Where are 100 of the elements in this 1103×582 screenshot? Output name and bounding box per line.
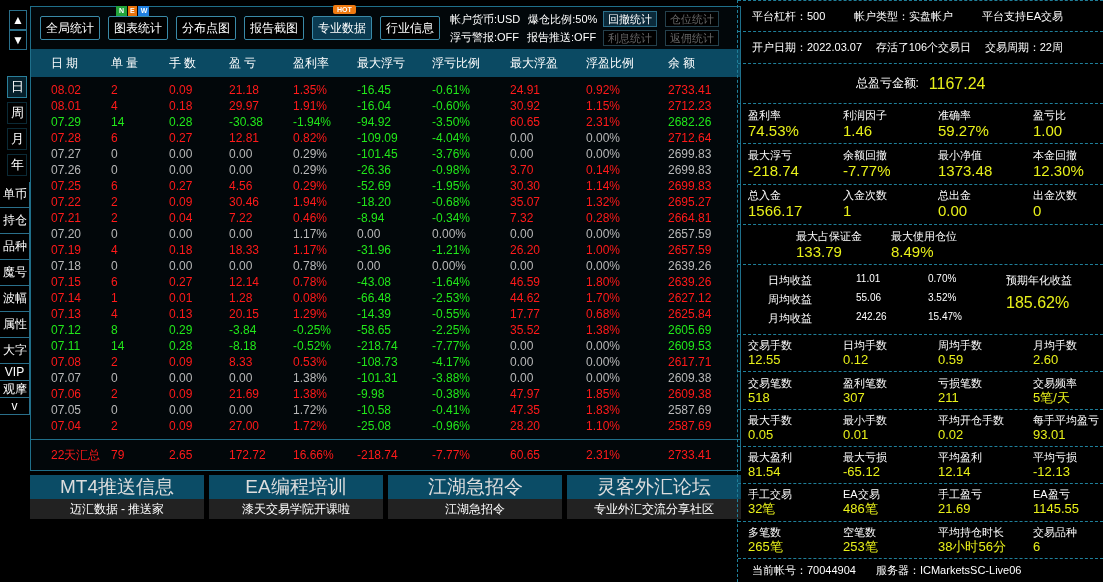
table-cell-text: -16.04: [357, 99, 393, 113]
scroll-down-button[interactable]: ▼: [9, 30, 27, 50]
stat-value: 486笔: [843, 501, 879, 518]
summary-cell-text: 79: [111, 448, 126, 462]
banner-link[interactable]: 灵客外汇论坛: [567, 475, 741, 499]
average-percent: 15.47%: [928, 311, 963, 325]
table-cell-text: 17.77: [510, 307, 542, 321]
side-tab[interactable]: 单币: [0, 182, 30, 208]
table-cell-text: -1.94%: [293, 115, 333, 129]
table-cell-text: -43.08: [357, 275, 393, 289]
table-cell-text: 0.00: [510, 339, 535, 353]
table-cell-text: -0.98%: [432, 163, 472, 177]
table-cell-text: 0.92%: [586, 83, 622, 97]
table-cell-text: 07.04: [51, 419, 83, 433]
side-tab[interactable]: VIP: [0, 364, 30, 381]
table-cell-text: 0.53%: [293, 355, 329, 369]
table-cell-text: 7.32: [510, 211, 535, 225]
table-cell-text: 2: [111, 195, 119, 209]
period-tab[interactable]: 周: [7, 102, 27, 124]
column-header: 浮亏比例: [432, 54, 481, 72]
table-cell-text: 0.27: [169, 179, 194, 193]
banner-link[interactable]: 江湖急招令: [388, 475, 562, 499]
stat-label: 盈亏比: [1033, 107, 1067, 122]
table-cell-text: -16.45: [357, 83, 393, 97]
table-cell-text: -0.55%: [432, 307, 472, 321]
scroll-up-button[interactable]: ▲: [9, 10, 27, 30]
table-cell-text: 0.00: [229, 147, 254, 161]
stat-value: 8.49%: [891, 242, 935, 261]
stat-value: 12.30%: [1033, 162, 1085, 181]
stat-value: -7.77%: [843, 162, 892, 181]
table-cell-text: 1.28: [229, 291, 254, 305]
table-cell-text: -9.98: [357, 387, 386, 401]
stat-label: 平均持仓时长: [938, 524, 1005, 539]
table-cell-text: 0.68%: [586, 307, 622, 321]
table-cell-text: 35.52: [510, 323, 542, 337]
stat-value: 133.79: [796, 242, 843, 261]
account-info: 存活了106个交易日: [875, 40, 972, 56]
toolbar-button[interactable]: 专业数据: [312, 16, 372, 40]
table-cell-text: 0.08%: [293, 291, 329, 305]
side-tab[interactable]: 观摩: [0, 381, 30, 398]
banner-link[interactable]: MT4推送信息: [30, 475, 204, 499]
table-cell-text: 21.18: [229, 83, 261, 97]
table-cell-text: 1.32%: [586, 195, 622, 209]
table-cell-text: 1.10%: [586, 419, 622, 433]
table-cell-text: 0.00: [229, 163, 254, 177]
table-cell-text: -52.69: [357, 179, 393, 193]
side-tab[interactable]: 属性: [0, 312, 30, 338]
table-cell-text: 07.28: [51, 131, 83, 145]
table-cell-text: 26.20: [510, 243, 542, 257]
table-cell-text: 2627.12: [668, 291, 713, 305]
side-tab[interactable]: 魔号: [0, 260, 30, 286]
stat-value: 38小时56分: [938, 538, 1007, 555]
table-cell-text: 0.78%: [293, 259, 329, 273]
period-tab[interactable]: 月: [7, 128, 27, 150]
table-cell-text: -66.48: [357, 291, 393, 305]
stat-label: 最大盈利: [748, 450, 793, 465]
table-cell-text: 0.82%: [293, 131, 329, 145]
table-cell-text: 2657.59: [668, 227, 713, 241]
side-tab[interactable]: 品种: [0, 234, 30, 260]
stats-button[interactable]: 回撤统计: [603, 10, 658, 27]
table-cell-text: 0.78%: [293, 275, 329, 289]
table-cell-text: 2695.27: [668, 195, 713, 209]
stat-value: 6: [1033, 538, 1042, 555]
period-tab[interactable]: 年: [7, 154, 27, 176]
summary-cell-text: -218.74: [357, 448, 399, 462]
table-cell-text: 6: [111, 179, 119, 193]
period-tab[interactable]: 日: [7, 76, 27, 98]
stat-value: 0.05: [748, 426, 775, 443]
toolbar-button[interactable]: 行业信息: [380, 16, 440, 40]
stat-label: 余额回撤: [843, 148, 888, 163]
toolbar-button[interactable]: 报告截图: [244, 16, 304, 40]
stat-value: 12.14: [938, 464, 972, 481]
table-cell-text: 08.01: [51, 99, 83, 113]
table-cell-text: 2609.38: [668, 387, 713, 401]
table-cell-text: -0.52%: [293, 339, 333, 353]
table-cell-text: 0.28%: [586, 211, 622, 225]
side-tab[interactable]: 波幅: [0, 286, 30, 312]
banner-link[interactable]: EA编程培训: [209, 475, 383, 499]
table-cell-text: 0.00: [510, 371, 535, 385]
table-cell-text: 07.20: [51, 227, 83, 241]
toolbar-button[interactable]: 全局统计: [40, 16, 100, 40]
table-cell-text: -1.95%: [432, 179, 472, 193]
table-cell-text: 21.69: [229, 387, 261, 401]
account-info: 交易周期：22周: [984, 40, 1063, 56]
toolbar-button[interactable]: 分布点图: [176, 16, 236, 40]
table-cell-text: 0.00%: [586, 227, 622, 241]
table-cell-text: 1.83%: [586, 403, 622, 417]
stat-label: 最大亏损: [843, 450, 888, 465]
stat-value: 0.02: [938, 426, 965, 443]
toolbar-button[interactable]: 图表统计: [108, 16, 168, 40]
stat-value: 211: [938, 389, 960, 406]
table-cell-text: 07.27: [51, 147, 83, 161]
side-tab[interactable]: v: [0, 398, 30, 415]
table-cell-text: 30.46: [229, 195, 261, 209]
table-cell-text: 0.29%: [293, 179, 329, 193]
stat-label: 最大手数: [748, 412, 793, 427]
side-tab[interactable]: 持仓: [0, 208, 30, 234]
stat-value: 0.00: [938, 202, 969, 221]
side-tab[interactable]: 大字: [0, 338, 30, 364]
account-info: 开户日期：2022.03.07: [752, 40, 863, 56]
